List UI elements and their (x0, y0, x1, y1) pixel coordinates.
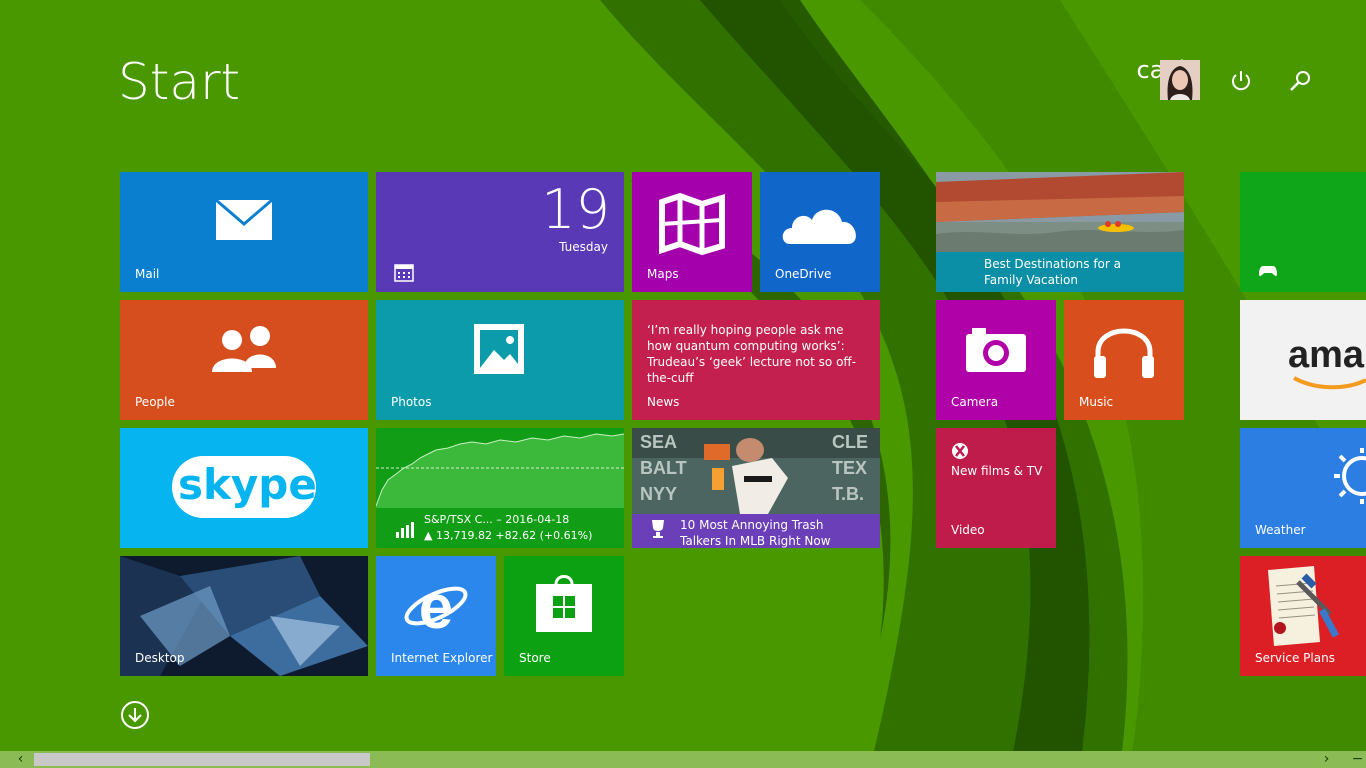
tile-label: Desktop (135, 651, 185, 665)
zoom-out-icon[interactable]: − (1349, 751, 1366, 768)
tile-games[interactable] (1240, 172, 1366, 292)
svg-text:T.B.: T.B. (832, 484, 864, 504)
tile-sports[interactable]: SEA BALT NYY CLE TEX T.B. 10 Most Annoying Tr… (632, 428, 880, 548)
avatar[interactable] (1160, 60, 1200, 100)
amazon-smile (1293, 376, 1366, 390)
sports-headline: 10 Most Annoying Trash Talkers In MLB Ri… (680, 518, 831, 548)
tile-weather[interactable]: Weather (1240, 428, 1366, 548)
tile-label: Weather (1255, 523, 1306, 537)
svg-text:SEA: SEA (640, 432, 677, 452)
search-icon[interactable] (1288, 68, 1314, 94)
calendar-day: 19 (541, 178, 610, 241)
all-apps-button[interactable] (120, 700, 150, 730)
travel-headline: Best Destinations for a Family Vacation (984, 257, 1121, 287)
tile-label: OneDrive (775, 267, 832, 281)
tile-video[interactable]: New films & TV Video (936, 428, 1056, 548)
tile-label: News (647, 395, 680, 409)
scroll-left-icon[interactable]: ‹ (12, 751, 29, 768)
svg-text:CLE: CLE (832, 432, 868, 452)
page-title: Start (118, 53, 241, 111)
tile-store[interactable]: Store (504, 556, 624, 676)
tile-people[interactable]: People (120, 300, 368, 420)
tile-label: Service Plans (1255, 651, 1335, 665)
news-headline: ‘I’m really hoping people ask me how qua… (647, 323, 857, 385)
tile-calendar[interactable]: 19 Tuesday (376, 172, 624, 292)
tile-travel[interactable]: Best Destinations for a Family Vacation (936, 172, 1184, 292)
tile-camera[interactable]: Camera (936, 300, 1056, 420)
tile-label: Photos (391, 395, 432, 409)
tile-music[interactable]: Music (1064, 300, 1184, 420)
power-icon[interactable] (1228, 68, 1254, 94)
calendar-weekday: Tuesday (559, 240, 608, 254)
svg-text:BALT: BALT (640, 458, 687, 478)
tile-mail[interactable]: Mail (120, 172, 368, 292)
amazon-logo-text: ama (1288, 334, 1365, 376)
gamepad-icon (1259, 266, 1277, 276)
calendar-icon (394, 264, 414, 282)
arrow-down-circle-icon (121, 701, 149, 729)
xbox-icon (952, 443, 968, 459)
scrollbar-thumb[interactable] (34, 753, 370, 766)
tile-news[interactable]: ‘I’m really hoping people ask me how qua… (632, 300, 880, 420)
tile-label: Music (1079, 395, 1114, 409)
tile-maps[interactable]: Maps (632, 172, 752, 292)
tile-onedrive[interactable]: OneDrive (760, 172, 880, 292)
tile-desktop[interactable]: Desktop (120, 556, 368, 676)
tile-skype[interactable]: skype (120, 428, 368, 548)
svg-text:e: e (419, 573, 453, 642)
finance-value: ▲ 13,719.82 +82.62 (+0.61%) (424, 529, 593, 542)
tile-service-plans[interactable]: Service Plans (1240, 556, 1366, 676)
tile-internet-explorer[interactable]: e Internet Explorer (376, 556, 496, 676)
svg-text:TEX: TEX (832, 458, 867, 478)
tile-amazon[interactable]: ama (1240, 300, 1366, 420)
tile-photos[interactable]: Photos (376, 300, 624, 420)
skype-wordmark: skype (178, 460, 317, 509)
tile-finance[interactable]: S&P/TSX C... – 2016-04-18 ▲ 13,719.82 +8… (376, 428, 624, 548)
tile-label: Maps (647, 267, 679, 281)
scroll-right-icon[interactable]: › (1318, 751, 1335, 768)
tile-label: Store (519, 651, 551, 665)
video-subtitle: New films & TV (951, 464, 1043, 478)
tile-label: Mail (135, 267, 160, 281)
tile-label: People (135, 395, 175, 409)
svg-text:NYY: NYY (640, 484, 677, 504)
tile-label: Video (951, 523, 985, 537)
tile-label: Internet Explorer (391, 651, 493, 665)
tile-label: Camera (951, 395, 999, 409)
finance-index: S&P/TSX C... – 2016-04-18 (424, 513, 570, 526)
